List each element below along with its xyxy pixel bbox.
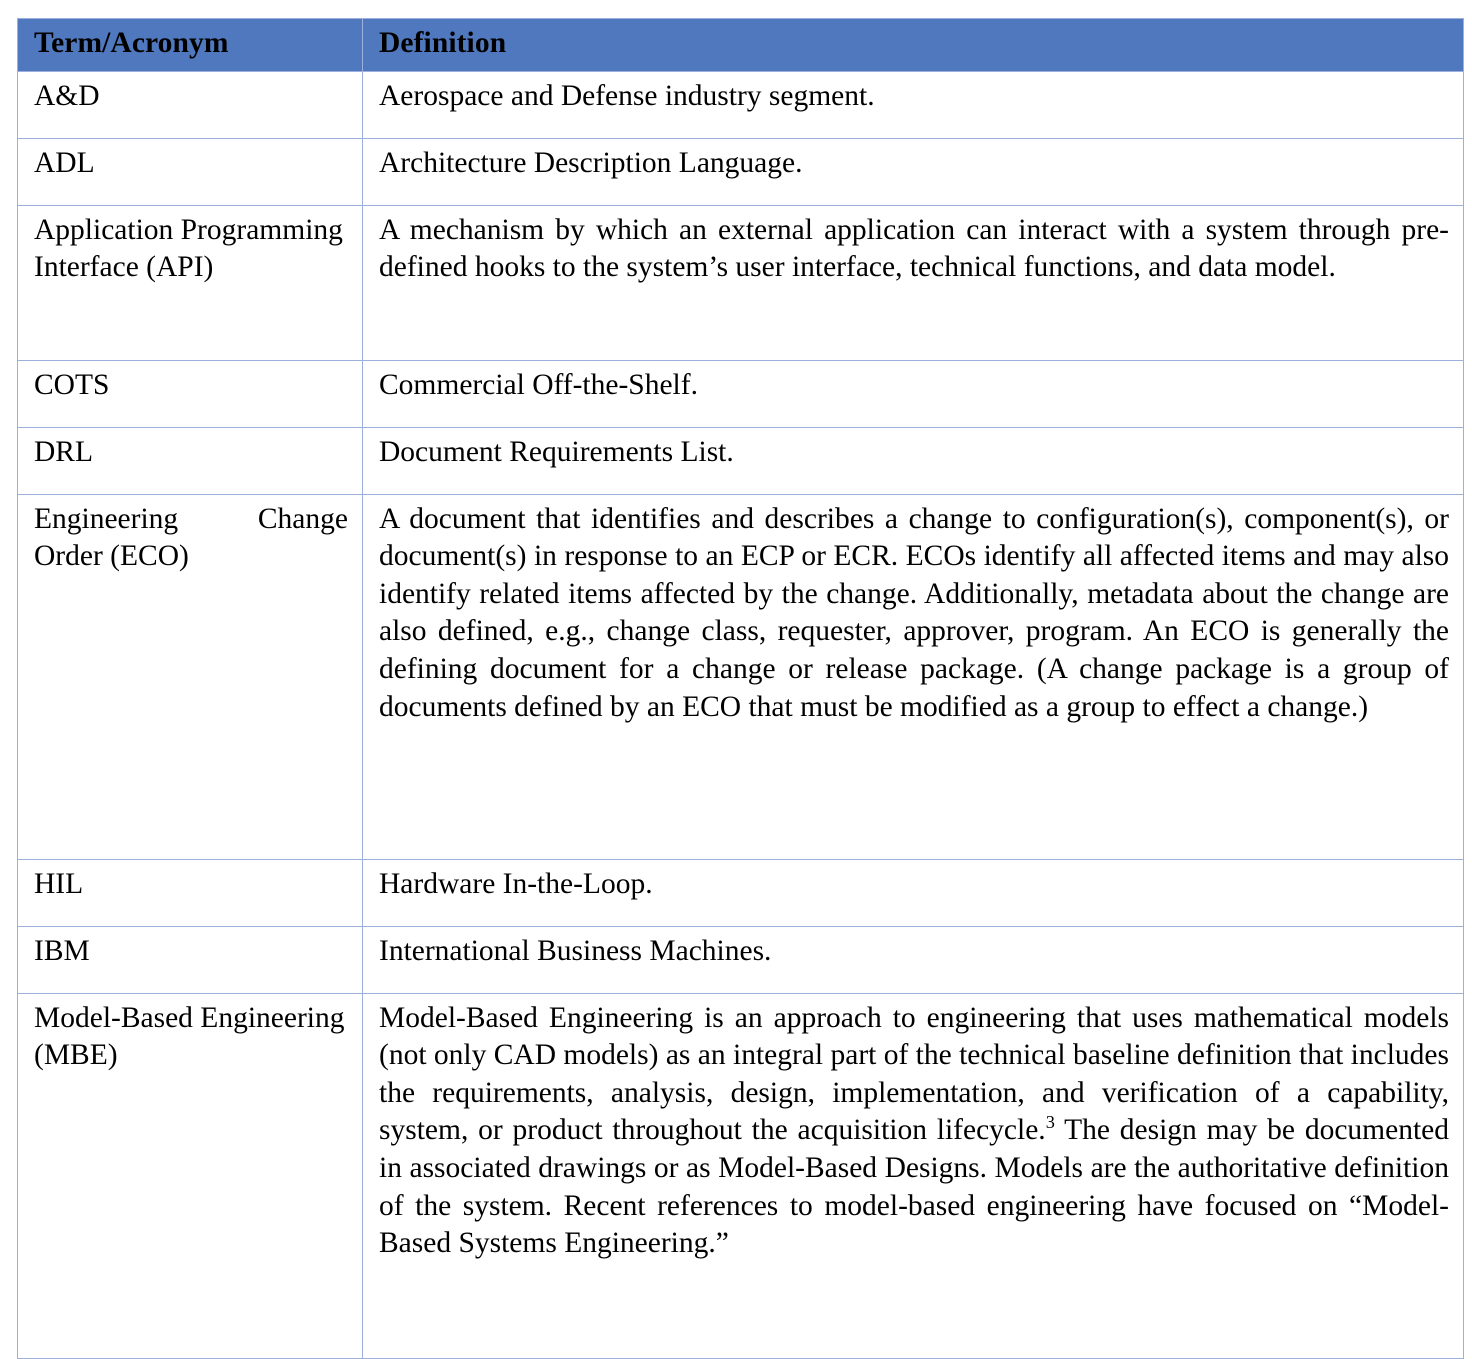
definition-cell: Hardware In-the-Loop.	[362, 858, 1464, 927]
table-row: Application Programming Interface (API) …	[17, 204, 1464, 361]
table-row: ADL Architecture Description Language.	[17, 137, 1464, 206]
table-row: Engineering Change Order (ECO) A documen…	[17, 493, 1464, 860]
column-header-term: Term/Acronym	[17, 18, 363, 72]
term-cell: COTS	[17, 359, 363, 428]
definition-cell: Model-Based Engineering is an approach t…	[362, 992, 1464, 1359]
glossary-table: Term/Acronym Definition A&D Aerospace an…	[17, 18, 1464, 1359]
definition-cell: Aerospace and Defense industry segment.	[362, 70, 1464, 139]
table-row: HIL Hardware In-the-Loop.	[17, 858, 1464, 927]
column-header-definition: Definition	[362, 18, 1464, 72]
term-cell: IBM	[17, 925, 363, 994]
table-row: IBM International Business Machines.	[17, 925, 1464, 994]
definition-cell: Architecture Description Language.	[362, 137, 1464, 206]
term-cell: A&D	[17, 70, 363, 139]
glossary-page: Term/Acronym Definition A&D Aerospace an…	[0, 0, 1472, 1359]
table-row: DRL Document Requirements List.	[17, 426, 1464, 495]
definition-cell: A mechanism by which an external applica…	[362, 204, 1464, 361]
table-row: A&D Aerospace and Defense industry segme…	[17, 70, 1464, 139]
table-header: Term/Acronym Definition	[17, 18, 1464, 72]
term-cell: Application Programming Interface (API)	[17, 204, 363, 361]
footnote-marker: 3	[1045, 1112, 1055, 1133]
term-cell: HIL	[17, 858, 363, 927]
table-row: Model-Based Engineering (MBE) Model-Base…	[17, 992, 1464, 1359]
term-cell: Model-Based Engineering (MBE)	[17, 992, 363, 1359]
term-cell: DRL	[17, 426, 363, 495]
definition-cell: Commercial Off-the-Shelf.	[362, 359, 1464, 428]
definition-cell: Document Requirements List.	[362, 426, 1464, 495]
definition-cell: International Business Machines.	[362, 925, 1464, 994]
table-body: A&D Aerospace and Defense industry segme…	[17, 70, 1464, 1359]
term-cell: Engineering Change Order (ECO)	[17, 493, 363, 860]
table-header-row: Term/Acronym Definition	[17, 18, 1464, 72]
table-row: COTS Commercial Off-the-Shelf.	[17, 359, 1464, 428]
term-cell: ADL	[17, 137, 363, 206]
definition-cell: A document that identifies and describes…	[362, 493, 1464, 860]
